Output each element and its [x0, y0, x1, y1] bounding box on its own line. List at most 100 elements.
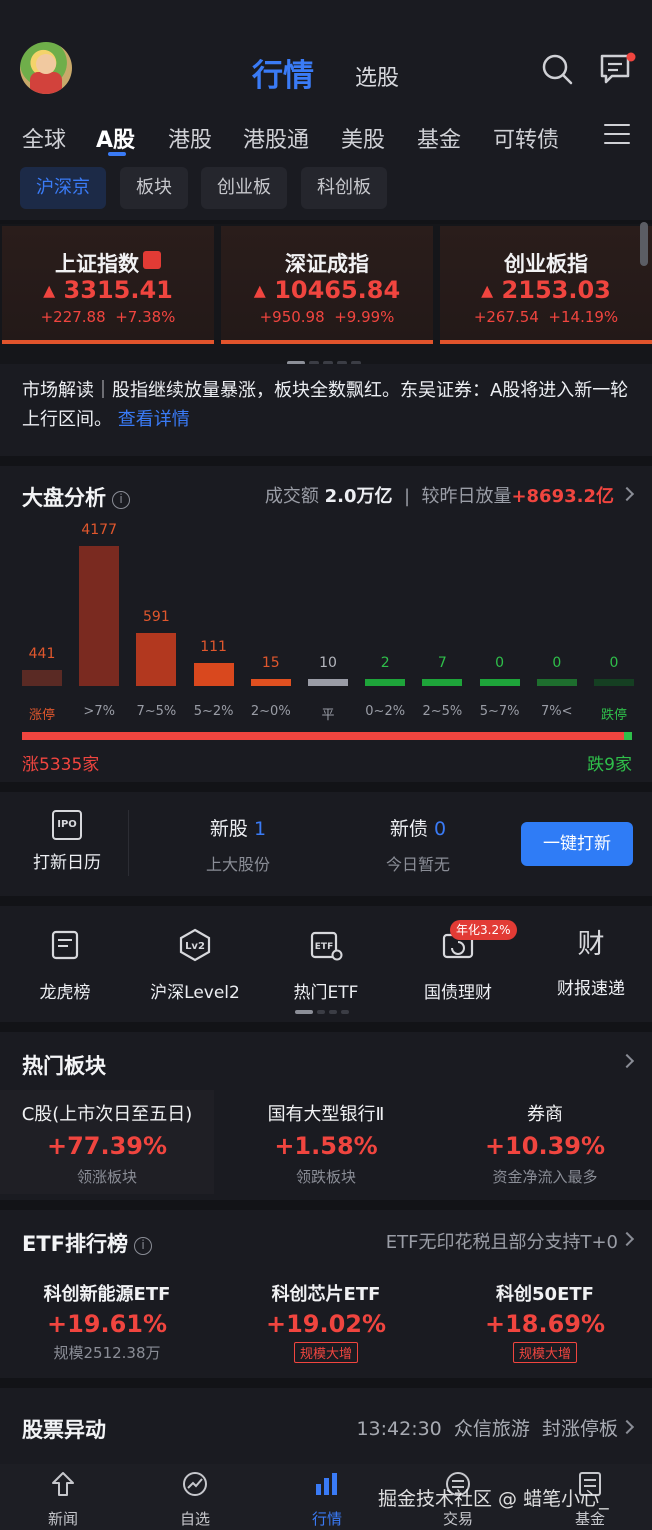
- tab-hk-connect[interactable]: 港股通: [243, 122, 309, 154]
- info-icon[interactable]: i: [134, 1237, 153, 1255]
- index-value: 10465.84: [274, 276, 401, 304]
- entry-earnings[interactable]: 财 财报速递: [526, 928, 652, 999]
- scale-increase-tag: 规模大增: [512, 1342, 577, 1363]
- chevron-right-icon[interactable]: [619, 1231, 635, 1247]
- scrollbar[interactable]: [640, 222, 648, 266]
- etf-card[interactable]: 科创50ETF +18.69% 规模大增: [438, 1280, 652, 1363]
- chevron-right-icon[interactable]: [619, 1053, 635, 1069]
- index-pct: +14.19%: [548, 308, 619, 326]
- subtab-sector[interactable]: 板块: [120, 167, 188, 209]
- list-icon: [51, 930, 79, 960]
- info-icon[interactable]: i: [112, 491, 130, 509]
- entry-label: 国债理财: [424, 983, 492, 1003]
- tab-hk[interactable]: 港股: [168, 122, 212, 154]
- market-news[interactable]: 市场解读｜股指继续放量暴涨，板块全数飘红。东吴证券：A股将进入新一轮上行区间。 …: [0, 364, 652, 456]
- search-icon[interactable]: [540, 52, 574, 86]
- section-title: 股票异动: [22, 1418, 106, 1442]
- etf-card[interactable]: 科创芯片ETF +19.02% 规模大增: [219, 1280, 433, 1363]
- etf-ranking: ETF排行榜 i ETF无印花税且部分支持T+0 科创新能源ETF +19.61%…: [0, 1210, 652, 1378]
- index-card[interactable]: 深证成指 ▴ 10465.84 +950.98 +9.99%: [221, 226, 433, 344]
- nav-label: 自选: [179, 1510, 210, 1528]
- subtab-chinext[interactable]: 创业板: [201, 167, 287, 209]
- chart-bar: [136, 633, 177, 686]
- carousel-dots: [287, 350, 365, 365]
- tab-convertible[interactable]: 可转债: [493, 122, 559, 154]
- tab-a-share[interactable]: A股: [96, 122, 135, 154]
- nav-market[interactable]: 行情: [287, 1470, 367, 1529]
- news-more-link[interactable]: 查看详情: [118, 409, 190, 430]
- message-icon[interactable]: [598, 52, 636, 86]
- hot-sector-card[interactable]: 券商 +10.39% 资金净流入最多: [438, 1090, 652, 1194]
- quick-entries: 龙虎榜 Lv2 沪深Level2 ETF 热门ETF 国债理财 财 财报速递: [0, 906, 652, 1022]
- sector-pct: +10.39%: [484, 1132, 606, 1160]
- subtab-hushenjing[interactable]: 沪深京: [20, 167, 106, 209]
- new-stock[interactable]: 新股 1 上大股份: [158, 814, 318, 875]
- report-icon: 财: [577, 929, 605, 960]
- chart-bar: [479, 679, 520, 686]
- new-bond[interactable]: 新债 0 今日暂无: [338, 814, 498, 875]
- market-tabs: 全球 A股 港股 港股通 美股 基金 可转债: [0, 110, 652, 165]
- hot-sector-card[interactable]: C股(上市次日至五日) +77.39% 领涨板块: [0, 1090, 214, 1194]
- chart-bar: [536, 679, 577, 686]
- index-change: +227.88: [40, 308, 106, 326]
- movement-event: 封涨停板: [541, 1418, 618, 1440]
- chevron-right-icon[interactable]: [619, 1419, 635, 1435]
- chart-bar: [250, 679, 291, 686]
- chevron-right-icon[interactable]: [619, 486, 635, 502]
- top-bar: 行情 选股: [0, 0, 652, 110]
- sector-pct: +77.39%: [46, 1132, 168, 1160]
- sector-desc: 资金净流入最多: [492, 1168, 598, 1186]
- chart-bar: [193, 663, 234, 686]
- nav-label: 交易: [442, 1510, 473, 1528]
- entry-level2[interactable]: Lv2 沪深Level2: [130, 928, 260, 1003]
- nav-label: 新闻: [47, 1510, 78, 1528]
- index-cards: 上证指数 ▴ 3315.41 +227.88 +7.38% 深证成指 ▴ 104…: [0, 224, 652, 364]
- etf-card[interactable]: 科创新能源ETF +19.61% 规模2512.38万: [0, 1280, 214, 1363]
- chart-category-label: 2~0%: [250, 704, 291, 719]
- index-card[interactable]: 上证指数 ▴ 3315.41 +227.88 +7.38%: [2, 226, 214, 344]
- volume-stats[interactable]: 成交额 2.0万亿 | 较昨日放量+8693.2亿: [265, 482, 614, 508]
- one-click-subscribe-button[interactable]: 一键打新: [521, 822, 633, 866]
- etf-pct: +19.02%: [265, 1310, 387, 1338]
- new-stock-name: 上大股份: [205, 855, 270, 874]
- lv2-icon: Lv2: [179, 928, 211, 962]
- etf-note[interactable]: ETF无印花税且部分支持T+0: [386, 1228, 618, 1254]
- page-title[interactable]: 行情: [252, 50, 314, 95]
- chart-category-label: 涨停: [28, 708, 55, 723]
- chart-bar: [308, 679, 348, 686]
- index-pct: +7.38%: [115, 308, 176, 326]
- entry-hot-etf[interactable]: ETF 热门ETF: [261, 928, 391, 1003]
- nav-watchlist[interactable]: 自选: [155, 1470, 235, 1529]
- chart-category-label: 2~5%: [422, 704, 463, 719]
- etf-pct: +18.69%: [484, 1310, 606, 1338]
- divider: [128, 810, 129, 876]
- chart-category-label: 7~5%: [136, 704, 177, 719]
- entry-dragon-tiger[interactable]: 龙虎榜: [0, 928, 130, 1003]
- ipo-section: IPO 打新日历 新股 1 上大股份 新债 0 今日暂无 一键打新: [0, 792, 652, 896]
- menu-icon[interactable]: [604, 124, 630, 146]
- index-change: +267.54: [473, 308, 539, 326]
- rise-fall-ratio-bar: [22, 732, 632, 740]
- avatar[interactable]: [20, 42, 72, 94]
- stock-picker-tab[interactable]: 选股: [355, 60, 399, 92]
- stock-movement[interactable]: 股票异动 13:42:30 众信旅游 封涨停板: [0, 1388, 652, 1464]
- tab-global[interactable]: 全球: [22, 122, 66, 154]
- nav-news[interactable]: 新闻: [23, 1470, 103, 1529]
- movement-time: 13:42:30: [356, 1418, 442, 1440]
- sector-name: C股(上市次日至五日): [21, 1104, 193, 1125]
- sub-tabs: 沪深京 板块 创业板 科创板: [0, 165, 652, 220]
- subtab-star[interactable]: 科创板: [301, 167, 387, 209]
- svg-text:ETF: ETF: [315, 942, 333, 952]
- chart-category-label: 跌停: [600, 708, 627, 723]
- entry-label: 财报速递: [557, 979, 625, 999]
- index-card[interactable]: 创业板指 ▴ 2153.03 +267.54 +14.19%: [440, 226, 652, 344]
- index-name: 深证成指: [285, 252, 369, 276]
- ipo-calendar[interactable]: IPO 打新日历: [22, 810, 112, 873]
- chart-value-label: 2: [380, 655, 390, 671]
- news-badge-icon: [143, 251, 161, 269]
- tab-fund[interactable]: 基金: [417, 122, 461, 154]
- tab-us[interactable]: 美股: [341, 122, 385, 154]
- hot-sector-card[interactable]: 国有大型银行Ⅱ +1.58% 领跌板块: [219, 1090, 433, 1194]
- chart-bar: [79, 546, 120, 686]
- chart-value-label: 111: [200, 639, 227, 656]
